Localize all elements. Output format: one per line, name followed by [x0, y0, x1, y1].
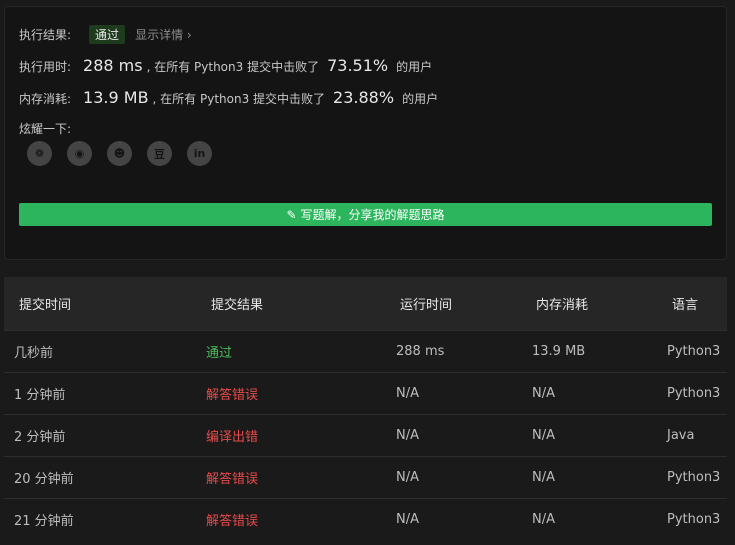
runtime-cell: N/A	[396, 427, 419, 443]
header-language[interactable]: 语言	[664, 277, 727, 330]
memory-percent: 23.88%	[333, 88, 395, 107]
language-cell: Python3	[667, 469, 721, 485]
linkedin-icon[interactable]: in	[187, 141, 212, 166]
result-panel: 执行结果: 通过 显示详情 › 执行用时: 288 ms , 在所有 Pytho…	[4, 6, 727, 260]
table-row[interactable]: 2 分钟前 编译出错 N/A N/A Java	[4, 414, 727, 456]
memory-cell: N/A	[532, 469, 555, 485]
table-row[interactable]: 几秒前 通过 288 ms 13.9 MB Python3	[4, 330, 727, 372]
runtime-prefix: , 在所有 Python3 提交中击败了	[146, 60, 320, 74]
table-row[interactable]: 1 分钟前 解答错误 N/A N/A Python3	[4, 372, 727, 414]
memory-cell: N/A	[532, 511, 555, 527]
write-solution-label: 写题解，分享我的解题思路	[300, 208, 445, 222]
share-buttons: ❁ ◉ ☻ 豆 in	[27, 141, 212, 166]
douban-icon[interactable]: 豆	[147, 141, 172, 166]
submit-time: 几秒前	[14, 345, 54, 361]
runtime-label: 执行用时:	[19, 60, 72, 74]
submit-time: 1 分钟前	[14, 387, 66, 403]
share-label-row: 炫耀一下:	[19, 120, 71, 137]
memory-cell: N/A	[532, 385, 555, 401]
submissions-table: 提交时间 提交结果 运行时间 内存消耗 语言 几秒前 通过 288 ms 13.…	[4, 277, 727, 540]
header-submit-result[interactable]: 提交结果	[196, 277, 394, 330]
memory-cell: N/A	[532, 427, 555, 443]
language-cell: Java	[667, 427, 695, 443]
runtime-value: 288 ms	[83, 56, 143, 75]
submit-result-link[interactable]: 解答错误	[196, 498, 394, 540]
submit-result-link[interactable]: 解答错误	[196, 372, 394, 414]
header-memory[interactable]: 内存消耗	[530, 277, 664, 330]
memory-suffix: 的用户	[402, 92, 439, 106]
memory-prefix: , 在所有 Python3 提交中击败了	[152, 92, 326, 106]
runtime-suffix: 的用户	[396, 60, 433, 74]
table-row[interactable]: 21 分钟前 解答错误 N/A N/A Python3	[4, 498, 727, 540]
submit-time: 2 分钟前	[14, 429, 66, 445]
table-row[interactable]: 20 分钟前 解答错误 N/A N/A Python3	[4, 456, 727, 498]
qq-icon[interactable]: ☻	[107, 141, 132, 166]
memory-row: 内存消耗: 13.9 MB , 在所有 Python3 提交中击败了 23.88…	[19, 88, 438, 107]
submit-result-link[interactable]: 解答错误	[196, 456, 394, 498]
runtime-cell: N/A	[396, 385, 419, 401]
language-cell: Python3	[667, 385, 721, 401]
submit-result-link[interactable]: 编译出错	[196, 414, 394, 456]
language-cell: Python3	[667, 343, 721, 359]
submit-time: 20 分钟前	[14, 471, 74, 487]
memory-value: 13.9 MB	[83, 88, 149, 107]
memory-cell: 13.9 MB	[532, 343, 586, 359]
runtime-percent: 73.51%	[327, 56, 389, 75]
table-header-row: 提交时间 提交结果 运行时间 内存消耗 语言	[4, 277, 727, 330]
runtime-cell: N/A	[396, 511, 419, 527]
submit-result-link[interactable]: 通过	[196, 330, 394, 372]
header-runtime[interactable]: 运行时间	[394, 277, 530, 330]
submit-time: 21 分钟前	[14, 513, 74, 529]
header-submit-time[interactable]: 提交时间	[4, 277, 196, 330]
runtime-cell: N/A	[396, 469, 419, 485]
pencil-icon: ✎	[286, 207, 297, 222]
result-label: 执行结果:	[19, 28, 72, 42]
wechat-icon[interactable]: ❁	[27, 141, 52, 166]
show-details-link[interactable]: 显示详情 ›	[135, 26, 192, 43]
status-badge: 通过	[89, 25, 126, 44]
result-row: 执行结果: 通过 显示详情 ›	[19, 25, 192, 44]
runtime-row: 执行用时: 288 ms , 在所有 Python3 提交中击败了 73.51%…	[19, 56, 432, 75]
runtime-cell: 288 ms	[396, 343, 445, 359]
memory-label: 内存消耗:	[19, 92, 72, 106]
write-solution-button[interactable]: ✎ 写题解，分享我的解题思路	[19, 203, 712, 226]
language-cell: Python3	[667, 511, 721, 527]
weibo-icon[interactable]: ◉	[67, 141, 92, 166]
share-label: 炫耀一下:	[19, 122, 72, 136]
